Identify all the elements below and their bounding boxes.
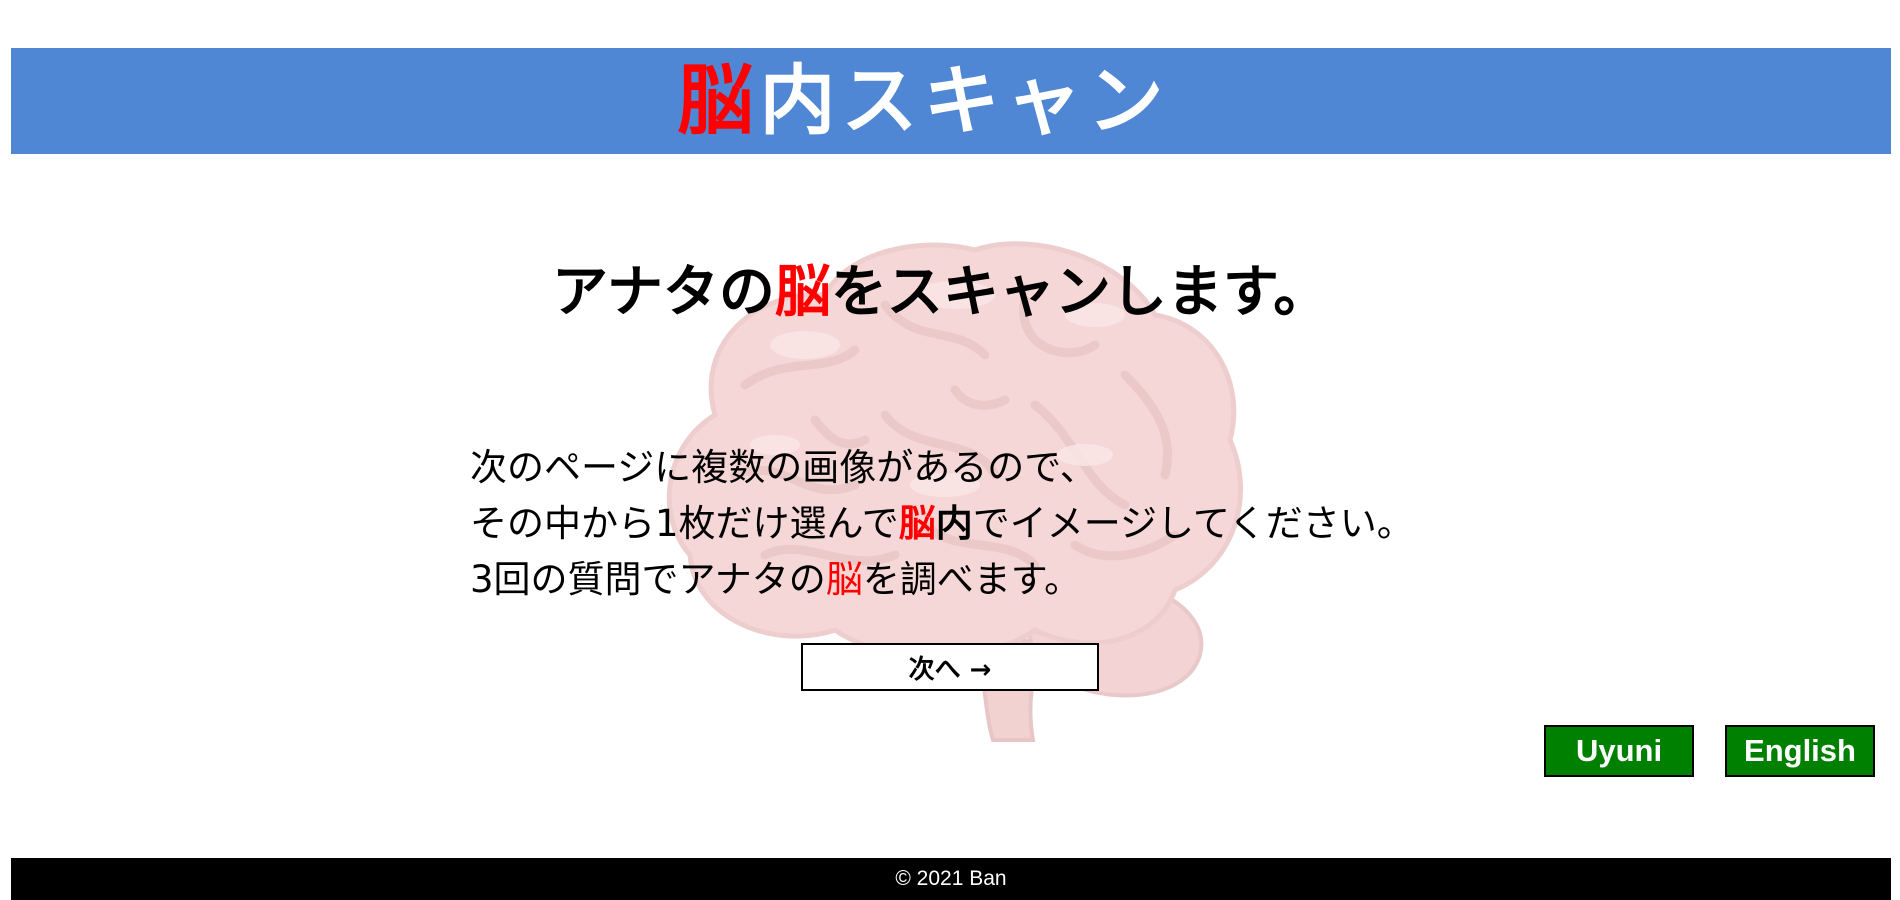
next-button[interactable]: 次へ → — [801, 643, 1099, 691]
site-title-accent: 脳 — [677, 56, 760, 145]
header-bar: 脳内スキャン — [11, 48, 1891, 154]
instruction-line-3-c: を調べます。 — [862, 558, 1082, 601]
english-button[interactable]: English — [1725, 725, 1875, 777]
instruction-line-2-d: でイメージしてください。 — [972, 502, 1414, 545]
instruction-line-2: その中から1枚だけ選んで脳内でイメージしてください。 — [470, 496, 1414, 552]
instruction-line-2-bold: 内 — [935, 502, 973, 545]
instruction-line-3-a: 3回の質問でアナタの — [470, 558, 826, 601]
page: 脳内スキャン アナタの脳をスキャンします。 次のページに複数の画像があるので、 … — [0, 0, 1900, 900]
headline-part1: アナタの — [552, 260, 775, 325]
site-title: 脳内スキャン — [678, 63, 1170, 139]
copyright-text: © 2021 Ban — [895, 867, 1007, 890]
instruction-line-1: 次のページに複数の画像があるので、 — [470, 446, 1097, 489]
headline-part3: をスキャンします。 — [830, 260, 1330, 325]
headline-accent: 脳 — [774, 260, 831, 325]
uyuni-button[interactable]: Uyuni — [1544, 725, 1694, 777]
footer-bar: © 2021 Ban — [11, 858, 1891, 900]
headline: アナタの脳をスキャンします。 — [552, 262, 1329, 324]
instruction-line-3: 3回の質問でアナタの脳を調べます。 — [470, 552, 1414, 608]
instruction-line-3-accent: 脳 — [825, 558, 863, 601]
instructions: 次のページに複数の画像があるので、 その中から1枚だけ選んで脳内でイメージしてく… — [470, 440, 1414, 608]
instruction-line-2-accent: 脳 — [898, 502, 936, 545]
site-title-rest: 内スキャン — [759, 56, 1170, 145]
instruction-line-2-a: その中から1枚だけ選んで — [470, 502, 899, 545]
